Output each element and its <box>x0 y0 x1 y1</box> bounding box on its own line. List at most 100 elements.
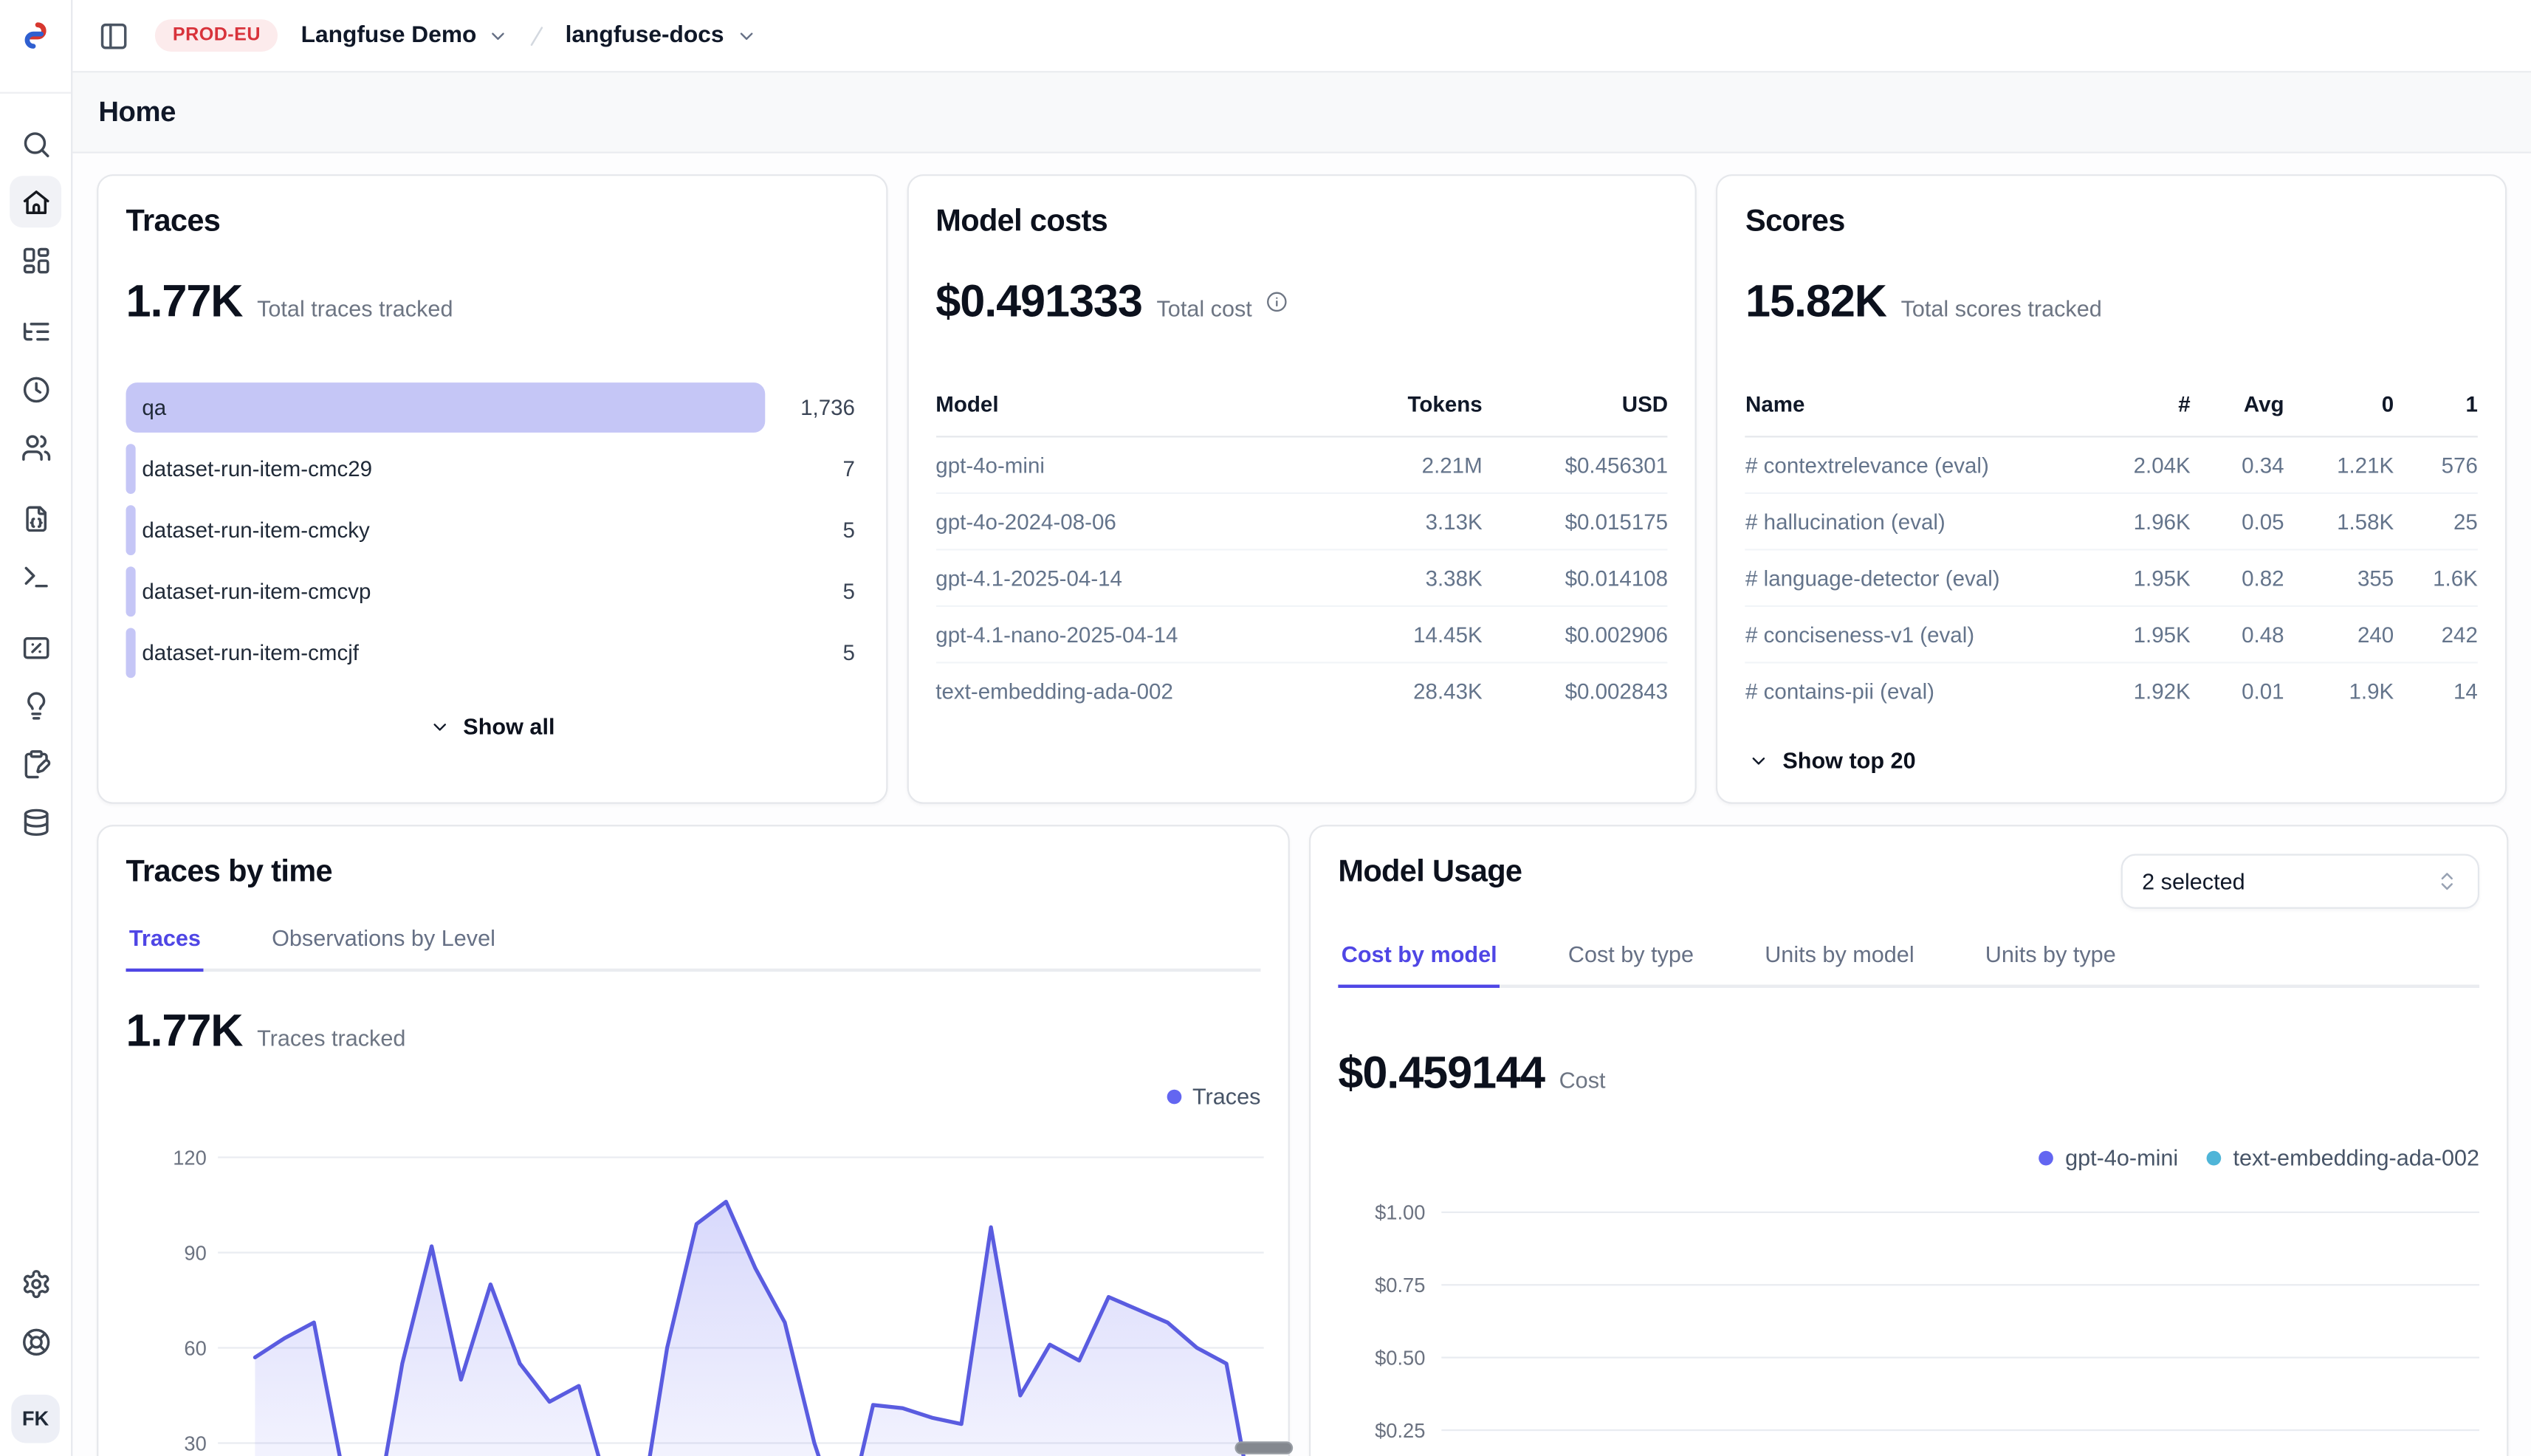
trace-bar-row-dataset-run-item-cmcky[interactable]: dataset-run-item-cmcky5 <box>126 505 859 555</box>
sidebar-item-support[interactable] <box>10 1316 61 1367</box>
row-value: 0.48 <box>2191 622 2284 647</box>
sidebar-item-home[interactable] <box>10 176 61 227</box>
trace-bar-row-dataset-run-item-cmcvp[interactable]: dataset-run-item-cmcvp5 <box>126 566 859 617</box>
database-icon <box>20 806 51 837</box>
show-all-button[interactable]: Show all <box>416 707 568 746</box>
model-usage-tab-cost-by-model[interactable]: Cost by model <box>1338 941 1500 988</box>
chevron-down-icon <box>735 25 756 46</box>
row-label: gpt-4o-2024-08-06 <box>935 509 1329 534</box>
trace-name: dataset-run-item-cmc29 <box>142 444 372 494</box>
trace-bar <box>126 444 136 494</box>
row-value: 1.21K <box>2284 453 2394 477</box>
row-value: 1.92K <box>2087 679 2191 703</box>
breadcrumb-separator <box>523 22 551 49</box>
model-cost-row: gpt-4o-mini2.21M$0.456301 <box>935 437 1668 494</box>
chevrons-up-down-icon <box>2436 870 2459 893</box>
sidebar-bottom: FK <box>10 1257 61 1456</box>
topbar: PROD-EU Langfuse Demo langfuse-docs <box>72 0 2531 72</box>
model-select-value: 2 selected <box>2142 868 2245 894</box>
trace-bar-row-qa[interactable]: qa1,736 <box>126 382 859 433</box>
sidebar-item-users[interactable] <box>10 422 61 473</box>
model-usage-tab-units-by-model[interactable]: Units by model <box>1762 941 1917 988</box>
sidebar-item-dashboards[interactable] <box>10 234 61 286</box>
model-costs-card: Model costs $0.491333 Total cost ModelTo… <box>907 174 1697 804</box>
row-value: 1.6K <box>2394 566 2478 590</box>
svg-text:30: 30 <box>184 1432 206 1455</box>
col-header-usd: USD <box>1483 392 1668 416</box>
list-tree-icon <box>20 315 51 346</box>
sidebar-item-tracing[interactable] <box>10 305 61 357</box>
horizontal-scrollbar-thumb[interactable] <box>1234 1441 1293 1454</box>
model-usage-tab-cost-by-type[interactable]: Cost by type <box>1565 941 1697 988</box>
trace-count: 5 <box>843 628 855 678</box>
clock-icon <box>20 374 51 405</box>
traces-by-time-tab-traces[interactable]: Traces <box>126 925 205 972</box>
scores-card: Scores 15.82K Total scores tracked Name#… <box>1717 174 2507 804</box>
row-value: 2.21M <box>1329 453 1483 477</box>
sidebar-item-settings[interactable] <box>10 1257 61 1309</box>
row-value: 25 <box>2394 509 2478 534</box>
main-area: PROD-EU Langfuse Demo langfuse-docs Home <box>72 0 2531 1456</box>
row-value: $0.002843 <box>1483 679 1668 703</box>
model-cost-row: gpt-4.1-nano-2025-04-1414.45K$0.002906 <box>935 607 1668 664</box>
user-avatar[interactable]: FK <box>11 1395 60 1443</box>
sidebar-toggle-button[interactable] <box>98 20 129 51</box>
trace-bar <box>126 382 765 433</box>
sidebar-item-annotation[interactable] <box>10 679 61 731</box>
sidebar-item-prompts[interactable] <box>10 492 61 544</box>
traces-total-label: Total traces tracked <box>257 295 453 321</box>
total-cost-label: Total cost <box>1156 295 1251 321</box>
legend-dot <box>2208 1150 2222 1165</box>
col-header-: # <box>2087 392 2191 416</box>
score-row: # language-detector (eval)1.95K0.823551.… <box>1745 551 2478 608</box>
legend-dot <box>1167 1089 1181 1104</box>
row-value: 0.01 <box>2191 679 2284 703</box>
trace-bar-row-dataset-run-item-cmc29[interactable]: dataset-run-item-cmc297 <box>126 444 859 494</box>
model-cost-row: gpt-4.1-2025-04-143.38K$0.014108 <box>935 551 1668 608</box>
layout-dashboard-icon <box>20 244 51 275</box>
project-switcher[interactable]: langfuse-docs <box>566 23 757 49</box>
row-label: # conciseness-v1 (eval) <box>1745 622 2087 647</box>
col-header-1: 1 <box>2394 392 2478 416</box>
col-header-tokens: Tokens <box>1329 392 1483 416</box>
row-value: 1.96K <box>2087 509 2191 534</box>
trace-name: qa <box>142 382 166 433</box>
sidebar-item-sessions[interactable] <box>10 363 61 415</box>
row-value: 0.82 <box>2191 566 2284 590</box>
sidebar-group-prompts <box>10 492 61 602</box>
legend-item-gpt-4o-mini: gpt-4o-mini <box>2039 1144 2178 1170</box>
sidebar-item-database[interactable] <box>10 796 61 848</box>
model-select-dropdown[interactable]: 2 selected <box>2121 854 2479 909</box>
sidebar-item-datasets[interactable] <box>10 738 61 789</box>
sidebar-item-evals[interactable] <box>10 622 61 673</box>
model-usage-tab-units-by-type[interactable]: Units by type <box>1982 941 2119 988</box>
row-value: $0.456301 <box>1483 453 1668 477</box>
traces-by-time-tab-observations-by-level[interactable]: Observations by Level <box>269 925 499 972</box>
org-switcher[interactable]: Langfuse Demo <box>301 23 509 49</box>
trace-name: dataset-run-item-cmcvp <box>142 566 371 617</box>
traces-area-chart: 120906030 <box>126 1119 1264 1456</box>
row-value: $0.014108 <box>1483 566 1668 590</box>
col-header-model: Model <box>935 392 1329 416</box>
legend-label: Traces <box>1192 1083 1260 1109</box>
table-header: Name#Avg01 <box>1745 392 2478 437</box>
sidebar-item-search[interactable] <box>10 118 61 170</box>
row-value: 1.9K <box>2284 679 2394 703</box>
lightbulb-icon <box>20 690 51 721</box>
sidebar-item-playground[interactable] <box>10 551 61 602</box>
chart-legend: Traces <box>126 1083 1261 1109</box>
svg-text:$1.00: $1.00 <box>1375 1201 1425 1224</box>
environment-badge[interactable]: PROD-EU <box>155 19 278 52</box>
model-costs-table: ModelTokensUSD gpt-4o-mini2.21M$0.456301 g… <box>935 392 1668 718</box>
scores-table: Name#Avg01# contextrelevance (eval)2.04K… <box>1745 392 2478 718</box>
org-name: Langfuse Demo <box>301 23 477 49</box>
trace-name: dataset-run-item-cmcjf <box>142 628 359 678</box>
trace-bar-row-dataset-run-item-cmcjf[interactable]: dataset-run-item-cmcjf 5 <box>126 628 859 678</box>
col-header-name: Name <box>1745 392 2087 416</box>
info-icon[interactable] <box>1265 289 1288 312</box>
row-label: # contextrelevance (eval) <box>1745 453 2087 477</box>
page-title: Home <box>98 95 176 129</box>
score-row: # contains-pii (eval)1.92K0.011.9K14 <box>1745 664 2478 718</box>
model-cost-row: text-embedding-ada-00228.43K$0.002843 <box>935 664 1668 718</box>
show-top-20-button[interactable]: Show top 20 <box>1736 741 1929 779</box>
